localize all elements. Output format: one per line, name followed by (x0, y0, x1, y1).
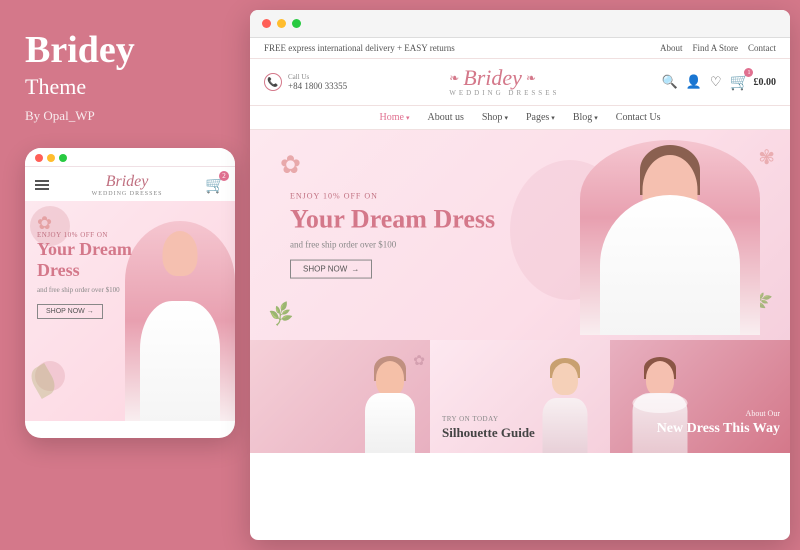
logo-script-name: Bridey (463, 67, 522, 89)
nav-item-shop[interactable]: Shop ▾ (482, 112, 508, 123)
hero-leaf-left: 🌿 (267, 301, 295, 328)
cart-icon[interactable]: 🛒 1 (730, 72, 750, 92)
browser-chrome (250, 10, 790, 38)
strip-person-2 (530, 353, 600, 453)
image-strip: ✿ Try on today Silhouette Guide (250, 340, 790, 453)
hero-free-ship-text: and free ship order over $100 (290, 239, 495, 249)
strip-person-3 (620, 353, 700, 453)
brand-by: By Opal_WP (25, 108, 215, 124)
strip-item-3: About Our New Dress This Way (610, 340, 790, 453)
announcement-bar: FREE express international delivery + EA… (250, 38, 790, 59)
nav-item-contact[interactable]: Contact Us (616, 112, 661, 123)
left-panel: Bridey Theme By Opal_WP Bridey WEDDING D… (0, 0, 240, 550)
announcement-links: About Find A Store Contact (660, 43, 776, 53)
pf3-face (646, 361, 674, 396)
nav-item-pages[interactable]: Pages ▾ (526, 112, 555, 123)
call-us-label: Call Us (288, 73, 347, 81)
mobile-window-controls (35, 154, 67, 162)
pf2-face (552, 363, 578, 395)
mobile-top-bar (25, 148, 235, 167)
strip-item-1: ✿ (250, 340, 430, 453)
site-navigation: Home ▾ About us Shop ▾ Pages ▾ Blog ▾ Co… (250, 106, 790, 130)
announcement-text: FREE express international delivery + EA… (264, 43, 455, 53)
nav-arrow-home: ▾ (406, 114, 410, 122)
mobile-nav-bar: Bridey WEDDING DRESSES 🛒 2 (25, 167, 235, 201)
wishlist-icon[interactable]: ♡ (710, 74, 722, 90)
phone-icon: 📞 (264, 73, 282, 91)
mobile-mockup: Bridey WEDDING DRESSES 🛒 2 ✿ ENJOY 10% O… (25, 148, 235, 438)
hero-enjoy-label: ENJOY 10% OFF ON (290, 192, 495, 201)
arrow-right-icon: → (351, 264, 359, 273)
browser-dot-red (262, 19, 271, 28)
nav-arrow-blog: ▾ (594, 114, 598, 122)
pf2-body (543, 398, 588, 453)
browser-panel: FREE express international delivery + EA… (250, 10, 790, 540)
bride-dress (140, 301, 220, 421)
cart-area: 🛒 1 £0.00 (730, 72, 776, 92)
site-logo: ❧ Bridey ❧ WEDDING DRESSES (449, 67, 559, 97)
site-header: 📞 Call Us +84 1800 33355 ❧ Bridey ❧ WEDD… (250, 59, 790, 106)
mobile-hamburger-icon[interactable] (35, 180, 49, 190)
hero-section: ✿ ✾ 🌿 🌿 ENJOY 10% OFF ON Your Dream Dres… (250, 130, 790, 340)
strip-text-3: About Our New Dress This Way (657, 409, 780, 438)
pf1-body (365, 393, 415, 453)
logo-wing-right: ❧ (526, 71, 536, 86)
hero-text-area: ENJOY 10% OFF ON Your Dream Dress and fr… (290, 192, 495, 279)
hero-bride-area (490, 130, 790, 340)
strip-person-1: ✿ (350, 353, 430, 453)
about-link[interactable]: About (660, 43, 683, 53)
header-phone: 📞 Call Us +84 1800 33355 (264, 73, 347, 91)
strip-text-2: Try on today Silhouette Guide (442, 415, 535, 441)
mobile-shop-button[interactable]: SHOP NOW → (37, 304, 103, 319)
hero-shop-button[interactable]: SHOP NOW → (290, 259, 372, 278)
mobile-hero: ✿ ENJOY 10% OFF ON Your Dream Dress and … (25, 201, 235, 421)
nav-arrow-pages: ▾ (551, 114, 555, 122)
hero-dream-dress-title: Your Dream Dress (290, 205, 495, 235)
find-store-link[interactable]: Find A Store (692, 43, 738, 53)
nav-arrow-shop: ▾ (504, 114, 508, 122)
brand-subtitle: Theme (25, 74, 215, 100)
phone-number: +84 1800 33355 (288, 81, 347, 91)
logo-sub-text: WEDDING DRESSES (449, 89, 559, 97)
hero-flower-left: ✿ (280, 150, 301, 180)
contact-link[interactable]: Contact (748, 43, 776, 53)
mobile-hero-content: ENJOY 10% OFF ON Your Dream Dress and fr… (37, 231, 132, 319)
hero-bride-dress (600, 195, 740, 335)
cart-price: £0.00 (753, 77, 776, 88)
header-icons: 🔍 👤 ♡ 🛒 1 £0.00 (662, 72, 776, 92)
hero-bride-bg (580, 140, 760, 335)
browser-dot-green (292, 19, 301, 28)
nav-item-blog[interactable]: Blog ▾ (573, 112, 598, 123)
mobile-bride-image (125, 221, 235, 421)
user-icon[interactable]: 👤 (686, 74, 702, 90)
pf1-face (376, 361, 404, 396)
strip-item-2: Try on today Silhouette Guide (430, 340, 610, 453)
nav-item-about[interactable]: About us (427, 112, 463, 123)
mobile-logo: Bridey WEDDING DRESSES (92, 173, 163, 197)
mobile-dot-green (59, 154, 67, 162)
mobile-cart-icon[interactable]: 🛒 2 (205, 175, 225, 195)
nav-item-home[interactable]: Home ▾ (380, 112, 410, 123)
search-icon[interactable]: 🔍 (662, 74, 678, 90)
mobile-dot-yellow (47, 154, 55, 162)
bride-face (163, 231, 198, 276)
brand-name: Bridey (25, 30, 215, 72)
pf1-flower-deco: ✿ (413, 353, 425, 370)
logo-wing-left: ❧ (449, 71, 459, 86)
mobile-dot-red (35, 154, 43, 162)
browser-dot-yellow (277, 19, 286, 28)
